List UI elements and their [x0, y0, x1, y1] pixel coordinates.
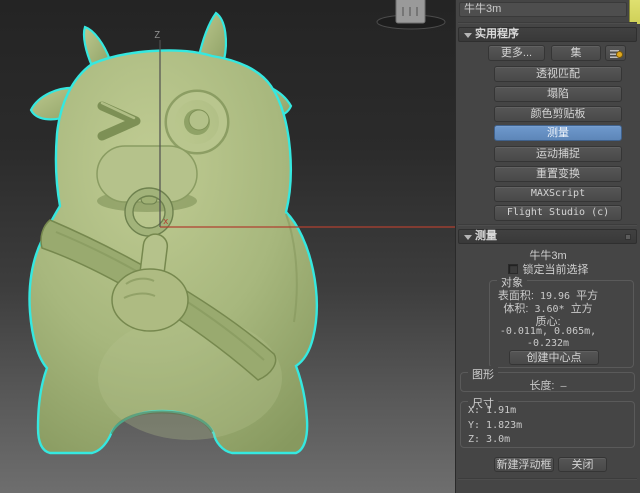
- utility-button-reset-xform[interactable]: 重置变换: [494, 166, 622, 182]
- length-line: 长度: —: [529, 380, 567, 392]
- utility-button-collapse[interactable]: 塌陷: [494, 86, 622, 102]
- more-button[interactable]: 更多...: [488, 45, 545, 61]
- lock-selection-row[interactable]: 锁定当前选择: [456, 261, 640, 277]
- center-of-mass-value-1: -0.011m, 0.065m,: [499, 326, 597, 337]
- rollout-open-arrow-icon: [464, 33, 472, 38]
- divider: [458, 22, 637, 24]
- utility-config-button[interactable]: [605, 45, 626, 61]
- utility-button-motion-capture[interactable]: 运动捕捉: [494, 146, 622, 162]
- utility-button-color-clipboard[interactable]: 颜色剪贴板: [494, 106, 622, 122]
- object-name-field[interactable]: 牛牛3m: [459, 2, 627, 17]
- rollout-open-arrow-icon: [464, 235, 472, 240]
- viewport-3d[interactable]: Z x: [0, 0, 455, 493]
- close-button[interactable]: 关闭: [558, 457, 607, 472]
- rollout-measure-title: 测量: [475, 230, 497, 242]
- rollout-utilities[interactable]: 实用程序: [458, 27, 637, 42]
- lock-selection-label: 锁定当前选择: [522, 264, 589, 276]
- x-axis-label: x: [163, 217, 169, 227]
- create-center-point-button[interactable]: 创建中心点: [509, 350, 599, 365]
- utility-button-flight-studio[interactable]: Flight Studio (c): [494, 205, 622, 221]
- dimension-z: Z: 3.0m: [468, 434, 511, 445]
- sets-button[interactable]: 集: [551, 45, 601, 61]
- panel-corner-accent: [629, 0, 640, 24]
- gear-icon: [616, 51, 623, 58]
- dimension-y: Y: 1.823m: [468, 420, 523, 431]
- utility-button-perspective-match[interactable]: 透视匹配: [494, 66, 622, 82]
- utility-button-measure[interactable]: 测量: [494, 125, 622, 141]
- rollout-utilities-title: 实用程序: [475, 28, 519, 40]
- divider: [458, 478, 637, 480]
- new-floater-button[interactable]: 新建浮动框: [494, 457, 554, 472]
- model-cow-render: Z x: [28, 0, 455, 455]
- rollout-measure[interactable]: 测量: [458, 229, 637, 244]
- command-panel: 牛牛3m 实用程序 更多... 集 透视匹配 塌陷 颜色剪贴板 测量 运动捕捉 …: [455, 0, 640, 493]
- lock-selection-checkbox[interactable]: [507, 264, 518, 274]
- viewcube-widget[interactable]: [376, 0, 446, 30]
- z-axis-label: Z: [154, 30, 160, 41]
- utility-button-maxscript[interactable]: MAXScript: [494, 186, 622, 202]
- pin-icon[interactable]: [625, 234, 631, 240]
- divider: [458, 224, 637, 226]
- dimension-x: X: 1.91m: [468, 405, 517, 416]
- belly-highlight: [98, 316, 282, 440]
- center-of-mass-value-2: -0.232m: [526, 338, 570, 349]
